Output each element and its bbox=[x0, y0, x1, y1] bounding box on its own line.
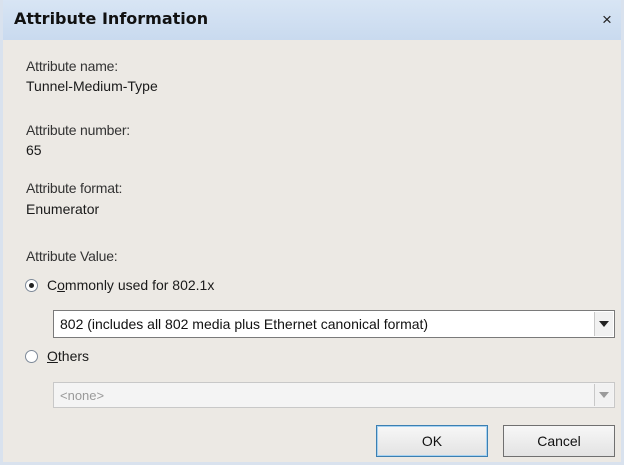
attribute-name-value: Tunnel-Medium-Type bbox=[26, 78, 158, 94]
others-radio[interactable] bbox=[25, 350, 38, 363]
chevron-down-icon bbox=[599, 392, 609, 398]
dialog-title: Attribute Information bbox=[14, 9, 209, 28]
close-button[interactable]: × bbox=[596, 10, 618, 30]
common-value-select-text: 802 (includes all 802 media plus Etherne… bbox=[60, 316, 429, 332]
others-value-select-text: <none> bbox=[60, 388, 105, 403]
attribute-number-value: 65 bbox=[26, 142, 42, 158]
chevron-down-icon bbox=[599, 321, 609, 327]
attribute-value-label: Attribute Value: bbox=[26, 248, 118, 264]
radio-selected-dot bbox=[29, 283, 34, 288]
common-value-select[interactable]: 802 (includes all 802 media plus Etherne… bbox=[53, 310, 615, 338]
common-value-dropdown-button[interactable] bbox=[594, 312, 613, 336]
attribute-name-label: Attribute name: bbox=[26, 58, 118, 74]
attribute-information-dialog: Attribute Information × Attribute name: … bbox=[0, 0, 624, 465]
title-bar[interactable]: Attribute Information × bbox=[3, 0, 621, 40]
ok-button[interactable]: OK bbox=[376, 425, 488, 457]
attribute-format-value: Enumerator bbox=[26, 201, 100, 217]
common-802-1x-radio-label[interactable]: Commonly used for 802.1x bbox=[47, 277, 214, 293]
close-icon: × bbox=[602, 10, 612, 29]
others-value-select: <none> bbox=[53, 382, 615, 408]
attribute-format-label: Attribute format: bbox=[26, 180, 123, 196]
others-radio-label[interactable]: Others bbox=[47, 348, 89, 364]
others-value-dropdown-button bbox=[594, 384, 613, 406]
common-802-1x-radio[interactable] bbox=[25, 279, 38, 292]
attribute-number-label: Attribute number: bbox=[26, 122, 130, 138]
cancel-button[interactable]: Cancel bbox=[503, 425, 615, 457]
